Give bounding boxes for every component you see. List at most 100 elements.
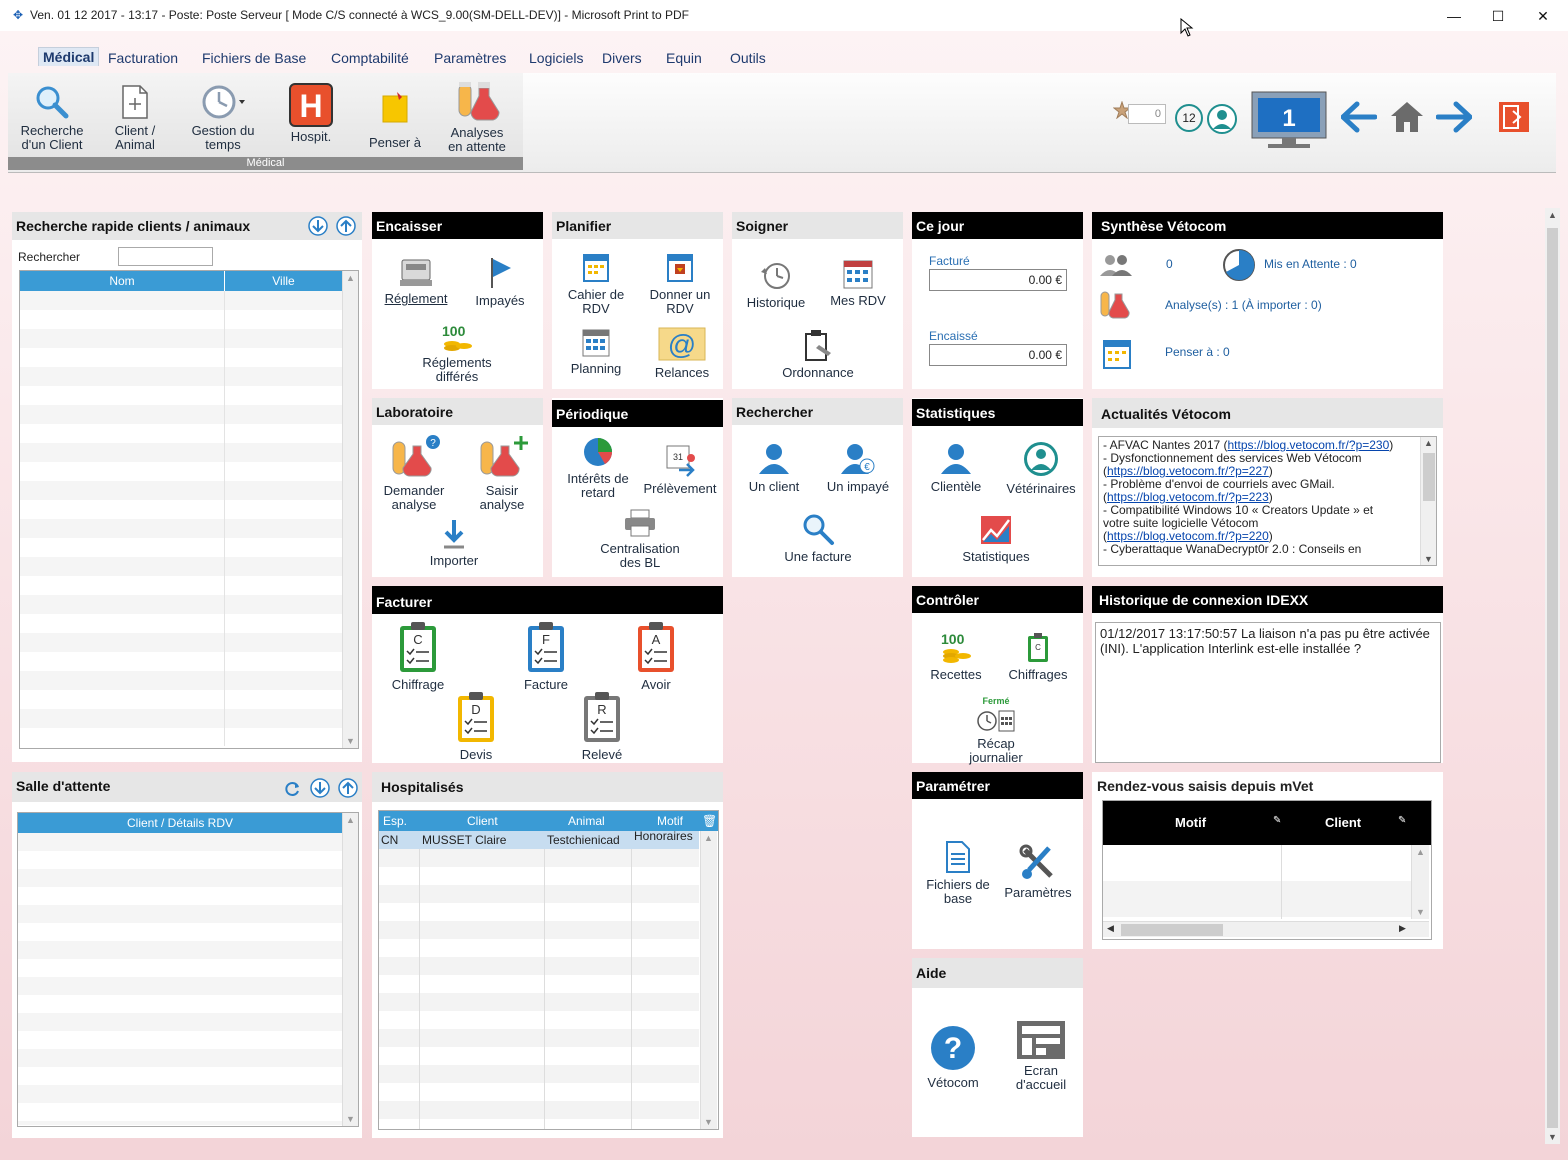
forward-arrow-icon[interactable] [1436,101,1472,133]
help-vetocom-button[interactable]: ? Vétocom [912,1024,994,1090]
home-icon[interactable] [1389,100,1425,134]
email-at-icon: @ [658,327,706,361]
mes-rdv-button[interactable]: Mes RDV [818,256,898,308]
controler-header: Contrôler [912,586,1083,613]
col-ville[interactable]: Ville [225,271,342,291]
recettes-button[interactable]: 100 Recettes [916,630,996,682]
waiting-col-client[interactable]: Client / Détails RDV [18,813,342,833]
mvet-vscrollbar[interactable]: ▲ ▼ [1411,845,1429,919]
historique-button[interactable]: Historique [736,260,816,310]
monitor-icon[interactable]: 1 [1250,90,1328,152]
parametres-button[interactable]: Paramètres [998,844,1078,900]
veterinaires-button[interactable]: Vétérinaires [998,440,1084,496]
notification-badge[interactable]: 12 [1175,104,1203,132]
col-animal[interactable]: Animal [568,811,605,831]
planning-button[interactable]: Planning [556,326,636,376]
veterinarian-icon[interactable] [1206,103,1238,135]
search-client-button[interactable]: Recherche d'un Client [14,84,90,152]
donner-rdv-button[interactable]: Donner un RDV [640,250,720,316]
reglements-differes-button[interactable]: 100 Réglements différés [408,322,506,384]
tab-facturation[interactable]: Facturation [108,50,178,66]
arrow-down-circle-icon[interactable] [310,778,330,798]
importer-button[interactable]: Importer [414,518,494,568]
demander-analyse-button[interactable]: ? Demander analyse [374,434,454,512]
col-motif-mvet[interactable]: Motif [1175,815,1206,830]
col-client-mvet[interactable]: Client [1325,815,1361,830]
releve-button[interactable]: R Relevé [562,690,642,762]
maximize-button[interactable]: ☐ [1475,4,1521,28]
impayes-button[interactable]: Impayés [460,256,540,308]
client-animal-button[interactable]: Client / Animal [100,84,170,152]
search-input[interactable] [118,247,213,266]
chiffrages-button[interactable]: C Chiffrages [998,632,1078,682]
tab-comptabilite[interactable]: Comptabilité [331,50,409,66]
arrow-down-circle-icon[interactable] [308,216,328,236]
interets-retard-button[interactable]: Intérêts de retard [558,436,638,500]
penser-a-button[interactable]: Penser à [362,90,428,150]
back-arrow-icon[interactable] [1341,101,1377,133]
client-grid-scrollbar[interactable]: ▲ ▼ [342,271,358,748]
news-scrollbar[interactable]: ▲ ▼ [1420,437,1436,565]
arrow-up-circle-icon[interactable] [338,778,358,798]
pending-analyses-button[interactable]: Analyses en attente [440,78,514,154]
calendar-transfer-icon: 31 [666,445,695,477]
tab-divers[interactable]: Divers [602,50,642,66]
close-button[interactable]: ✕ [1520,4,1566,28]
idexx-log: 01/12/2017 13:17:50:57 La liaison n'a pa… [1095,622,1441,763]
tab-equin[interactable]: Equin [666,50,702,66]
avoir-button[interactable]: A Avoir [616,620,696,692]
clientele-button[interactable]: Clientèle [916,442,996,494]
mvet-hscrollbar[interactable]: ◀ ▶ [1103,921,1429,937]
refresh-icon[interactable] [282,779,302,799]
page-scrollbar[interactable]: ▲ ▼ [1545,208,1560,1144]
table-row[interactable]: CN MUSSET Claire Testchienicad Honoraire… [379,829,699,849]
news-link[interactable]: https://blog.vetocom.fr/?p=220 [1107,529,1269,543]
saisir-analyse-button[interactable]: Saisir analyse [462,434,542,512]
search-unpaid-button[interactable]: € Un impayé [818,442,898,494]
star-value-field[interactable]: 0 [1128,104,1166,124]
cahier-rdv-button[interactable]: Cahier de RDV [556,250,636,316]
arrow-up-circle-icon[interactable] [336,216,356,236]
exit-door-icon[interactable] [1498,101,1530,133]
row-esp: CN [381,833,399,847]
hospit-button[interactable]: H Hospit. [280,83,342,144]
tab-medical[interactable]: Médical [38,47,100,66]
tab-logiciels[interactable]: Logiciels [529,50,583,66]
prelevement-button[interactable]: 31 Prélèvement [640,442,720,496]
search-invoice-button[interactable]: Une facture [778,512,858,564]
aide-header: Aide [912,958,1083,988]
ecran-accueil-button[interactable]: Ecran d'accueil [1000,1020,1082,1092]
recap-journalier-button[interactable]: Fermé Récap journalier [956,694,1036,765]
time-management-button[interactable]: Gestion du temps [184,84,262,152]
ordonnance-button[interactable]: Ordonnance [776,328,860,380]
col-nom[interactable]: Nom [20,271,225,291]
fichiers-base-label-2: base [943,891,973,906]
minimize-button[interactable]: — [1431,4,1477,28]
prelevement-label: Prélèvement [643,481,717,496]
facture-field: 0.00 € [929,269,1067,291]
svg-text:€: € [864,462,870,473]
news-link[interactable]: https://blog.vetocom.fr/?p=227 [1107,464,1269,478]
relances-button[interactable]: @ Relances [642,326,722,380]
tab-parametres[interactable]: Paramètres [434,50,506,66]
tab-fichiers-de-base[interactable]: Fichiers de Base [202,50,306,66]
news-link[interactable]: https://blog.vetocom.fr/?p=230 [1228,438,1390,452]
facture-button[interactable]: F Facture [506,620,586,692]
edit-icon[interactable]: ✎ [1398,815,1406,826]
fichiers-base-button[interactable]: Fichiers de base [918,840,998,906]
news-link[interactable]: https://blog.vetocom.fr/?p=223 [1107,490,1269,504]
col-client[interactable]: Client [467,811,498,831]
tab-outils[interactable]: Outils [730,50,766,66]
chiffrage-button[interactable]: C Chiffrage [378,620,458,692]
delete-column-icon[interactable]: 🗑 [702,811,717,831]
hospitalises-scrollbar[interactable]: ▲ ▼ [700,831,717,1129]
col-esp[interactable]: Esp. [383,811,407,831]
edit-icon[interactable]: ✎ [1273,815,1281,826]
statistiques-button[interactable]: Statistiques [954,514,1038,564]
reglement-button[interactable]: Réglement [378,256,454,306]
search-client-panel-button[interactable]: Un client [734,442,814,494]
devis-button[interactable]: D Devis [436,690,516,762]
centralisation-bl-button[interactable]: Centralisation des BL [592,508,688,570]
waiting-grid-scrollbar[interactable]: ▲ ▼ [342,813,358,1126]
client-grid: Nom Ville ▲ ▼ [19,270,359,749]
